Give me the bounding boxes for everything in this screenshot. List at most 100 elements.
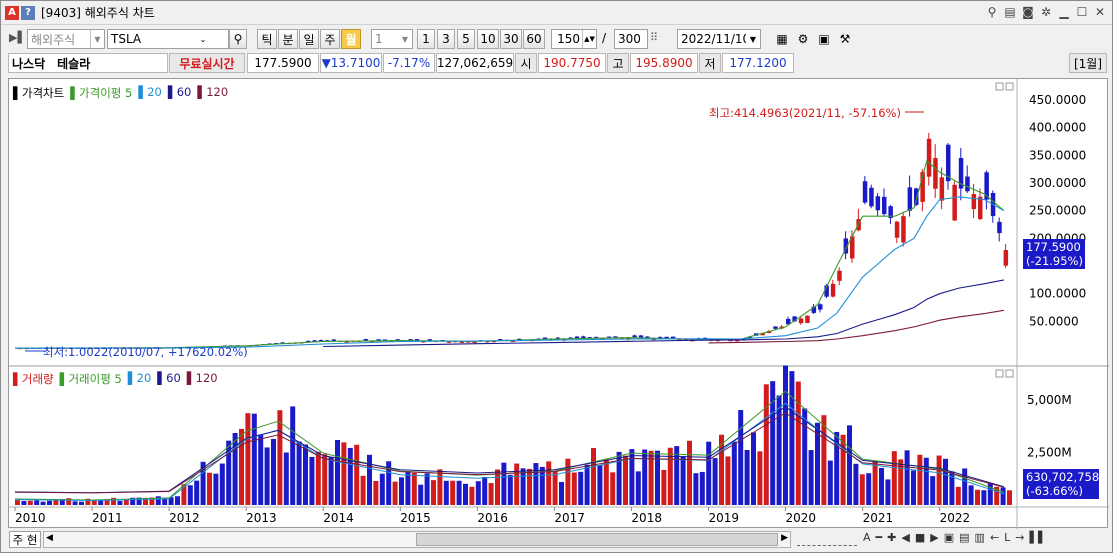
scroll-left-icon[interactable]: ◀ bbox=[46, 533, 53, 543]
zoom-slider[interactable] bbox=[797, 532, 857, 546]
expand-icon[interactable]: ▌▌ bbox=[1030, 531, 1047, 544]
chevron-down-icon[interactable]: ⌄ bbox=[196, 30, 210, 48]
minimize-icon[interactable]: ▁ bbox=[1056, 4, 1072, 20]
volume-bar bbox=[770, 381, 776, 505]
help-icon[interactable]: ? bbox=[21, 5, 35, 20]
volume-bar bbox=[872, 461, 878, 505]
volume-bar bbox=[879, 467, 884, 505]
mode-label[interactable]: 주 현 bbox=[9, 531, 41, 548]
gear-icon[interactable]: ⚙ bbox=[794, 29, 812, 49]
line-icon[interactable]: L bbox=[1004, 531, 1010, 544]
x-axis-label: 2015 bbox=[400, 511, 431, 525]
period-tick-button[interactable]: 틱 bbox=[257, 29, 277, 49]
layout-3-icon[interactable]: ▥ bbox=[975, 531, 985, 544]
chart-settings-icon[interactable]: ▦ bbox=[773, 29, 791, 49]
candle-body bbox=[907, 187, 913, 211]
scrollbar[interactable]: ◀ ▶ bbox=[43, 531, 791, 548]
calc-icon[interactable]: ⠿ bbox=[650, 31, 658, 44]
camera-icon[interactable]: ◙ bbox=[1020, 4, 1036, 20]
volume-bar bbox=[757, 451, 763, 505]
price-legend-item[interactable]: ▌20 bbox=[138, 85, 162, 101]
save-icon[interactable]: ▣ bbox=[815, 29, 833, 49]
volume-bar bbox=[603, 459, 609, 505]
prev-icon[interactable]: ◀ bbox=[901, 531, 909, 544]
price-legend-item[interactable]: ▌가격이평 5 bbox=[70, 85, 132, 101]
scroll-thumb[interactable] bbox=[416, 533, 778, 546]
layout-2-icon[interactable]: ▤ bbox=[959, 531, 969, 544]
forward-icon[interactable]: → bbox=[1015, 531, 1024, 544]
total-count-input[interactable]: 300 bbox=[614, 29, 648, 49]
period-month-button[interactable]: 월 bbox=[341, 29, 361, 49]
candle-body bbox=[971, 194, 977, 210]
volume-legend-item[interactable]: ▌20 bbox=[128, 371, 152, 387]
pin-icon[interactable]: ⚲ bbox=[984, 4, 1000, 20]
count-30-button[interactable]: 30 bbox=[500, 29, 522, 49]
multiplier-select[interactable]: 1 ▼ bbox=[371, 29, 413, 49]
stop-icon[interactable]: ■ bbox=[915, 531, 925, 544]
volume-bar bbox=[264, 447, 270, 505]
volume-bar bbox=[917, 454, 923, 505]
volume-bar bbox=[693, 473, 699, 505]
search-button[interactable]: ⚲ bbox=[229, 29, 247, 49]
price-change-pct: -7.17% bbox=[383, 53, 435, 73]
chevron-down-icon[interactable]: ▼ bbox=[746, 30, 760, 48]
symbol-input[interactable]: TSLA ⌄ bbox=[107, 29, 229, 49]
price-legend-item[interactable]: ▌120 bbox=[197, 85, 228, 101]
close-icon[interactable]: ✕ bbox=[1092, 4, 1108, 20]
gear-icon[interactable]: ✲ bbox=[1038, 4, 1054, 20]
date-value: 2022/11/10 bbox=[681, 32, 751, 46]
tools-icon[interactable]: ⚒ bbox=[836, 29, 854, 49]
toolbar: ▶▌ 해외주식 ▼ TSLA ⌄ ⚲ 틱 분 일 주 월 1 ▼ 1 3 5 1… bbox=[1, 26, 1112, 52]
period-day-button[interactable]: 일 bbox=[299, 29, 319, 49]
chart-area[interactable]: 450.0000 400.0000 350.0000 300.0000 250.0000… bbox=[8, 78, 1109, 529]
stepper-icon[interactable]: ▲▼ bbox=[582, 30, 596, 48]
candle-body bbox=[894, 221, 900, 238]
volume-legend-item[interactable]: ▌거래이평 5 bbox=[60, 371, 122, 387]
volume-bar bbox=[399, 477, 404, 505]
layout-1-icon[interactable]: ▣ bbox=[944, 531, 954, 544]
count-10-button[interactable]: 10 bbox=[477, 29, 499, 49]
market-value: 해외주식 bbox=[31, 32, 76, 47]
maximize-icon[interactable]: ☐ bbox=[1074, 4, 1090, 20]
panel-close-icon[interactable] bbox=[1005, 369, 1014, 378]
count-5-button[interactable]: 5 bbox=[457, 29, 475, 49]
period-minute-button[interactable]: 분 bbox=[278, 29, 298, 49]
volume-legend-item[interactable]: ▌120 bbox=[187, 371, 218, 387]
next-icon[interactable]: ▶ bbox=[930, 531, 938, 544]
candle-body bbox=[952, 184, 957, 221]
volume-axis-label: 5,000M bbox=[1027, 393, 1072, 407]
zoom-out-icon[interactable]: ━ bbox=[876, 531, 883, 544]
price-legend-item[interactable]: ▌60 bbox=[168, 85, 192, 101]
panel-restore-icon[interactable] bbox=[995, 369, 1004, 378]
count-1-button[interactable]: 1 bbox=[417, 29, 435, 49]
volume-bar bbox=[635, 471, 641, 505]
volume-bar bbox=[290, 406, 296, 505]
volume-bar bbox=[303, 444, 308, 505]
date-picker[interactable]: 2022/11/10 ▼ bbox=[677, 29, 761, 49]
volume-bar bbox=[975, 489, 980, 505]
volume-legend-item[interactable]: ▌60 bbox=[157, 371, 181, 387]
volume-legend-item[interactable]: ▌거래량 bbox=[13, 371, 54, 387]
chevron-down-icon[interactable]: ▼ bbox=[398, 30, 412, 48]
display-count-stepper[interactable]: 150 ▲▼ bbox=[551, 29, 597, 49]
count-3-button[interactable]: 3 bbox=[437, 29, 455, 49]
chevron-down-icon[interactable]: ▼ bbox=[90, 30, 104, 48]
period-week-button[interactable]: 주 bbox=[320, 29, 340, 49]
chart-svg[interactable]: 450.0000 400.0000 350.0000 300.0000 250.0000… bbox=[9, 79, 1109, 529]
count-60-button[interactable]: 60 bbox=[523, 29, 545, 49]
volume-bar bbox=[379, 473, 385, 505]
multiplier-value: 1 bbox=[375, 32, 383, 46]
stock-name-field[interactable]: 나스닥 테슬라 bbox=[8, 53, 168, 73]
chart-window: A ? [9403] 해외주식 차트 ⚲ ▤ ◙ ✲ ▁ ☐ ✕ ▶▌ 해외주식… bbox=[0, 0, 1113, 553]
zoom-in-icon[interactable]: ✚ bbox=[887, 531, 896, 544]
market-select[interactable]: 해외주식 ▼ bbox=[27, 29, 105, 49]
font-size-icon[interactable]: A bbox=[863, 531, 871, 544]
volume-bar bbox=[53, 500, 59, 505]
price-legend-item[interactable]: ▌가격차트 bbox=[13, 85, 64, 101]
volume-bar bbox=[859, 474, 865, 505]
scroll-right-icon[interactable]: ▶ bbox=[781, 533, 788, 543]
back-icon[interactable]: ← bbox=[990, 531, 999, 544]
link-icon[interactable]: ▶▌ bbox=[9, 31, 26, 44]
price-axis-label: 450.0000 bbox=[1029, 93, 1086, 107]
window-list-icon[interactable]: ▤ bbox=[1002, 4, 1018, 20]
